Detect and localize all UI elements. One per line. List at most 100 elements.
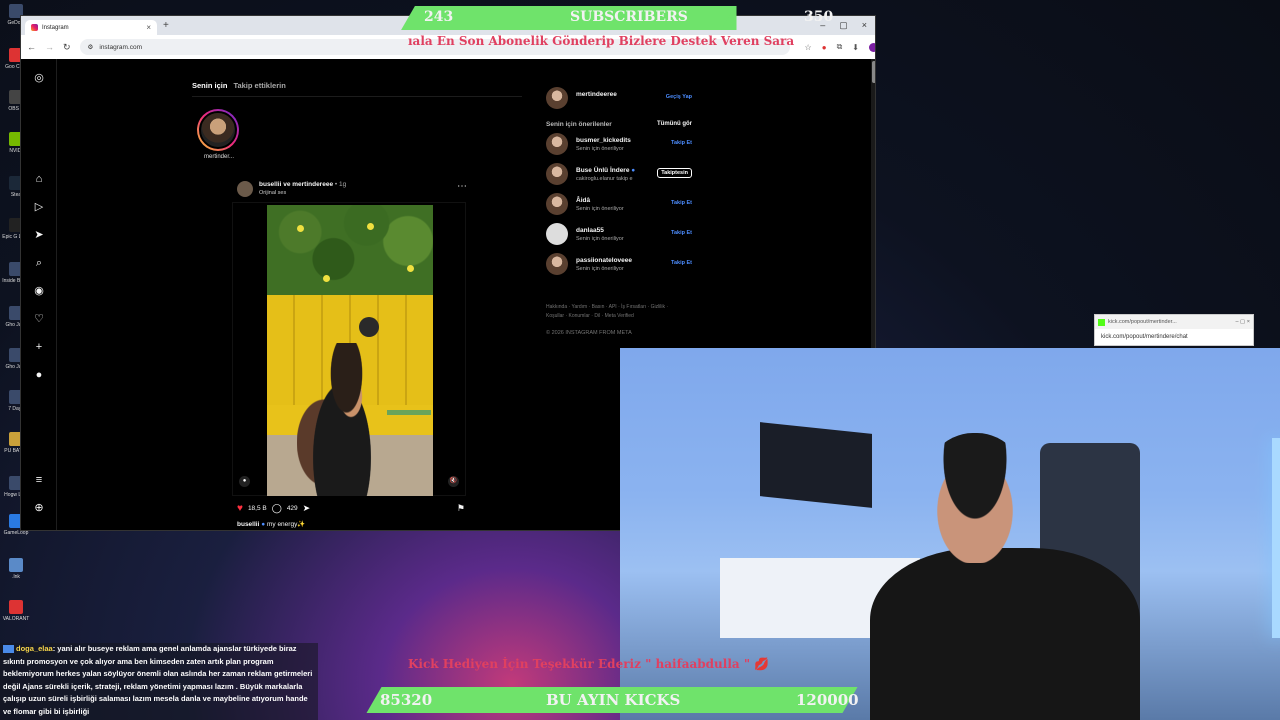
- comment-icon[interactable]: ◯: [272, 503, 282, 514]
- bottom-ticker: Kick Hediyen İçin Teşekkür Ederiz " haif…: [408, 657, 770, 671]
- caption-username[interactable]: busellii: [237, 521, 259, 528]
- notifications-heart-icon[interactable]: ♡: [32, 312, 46, 326]
- kicks-label: BU AYIN KICKS: [546, 691, 681, 709]
- post-audio[interactable]: Orijinal ses: [259, 190, 286, 196]
- search-icon[interactable]: ⌕: [32, 256, 46, 270]
- subs-goal: 350: [804, 9, 834, 25]
- like-heart-icon[interactable]: ♥: [237, 503, 243, 514]
- profile-avatar-icon[interactable]: [868, 42, 875, 52]
- cam-tv: [760, 422, 872, 508]
- green-bench: [387, 410, 431, 415]
- post-header: busellii ve mertindereee • 1g Orijinal s…: [237, 179, 467, 199]
- reload-icon[interactable]: ↻: [63, 42, 71, 53]
- profile-icon[interactable]: ●: [32, 368, 46, 382]
- avatar[interactable]: [546, 133, 568, 155]
- video-leaves: [267, 205, 433, 295]
- desktop-icon-lnk[interactable]: .lnk: [2, 558, 30, 580]
- shortcut-icon: [9, 558, 23, 572]
- avatar[interactable]: [546, 163, 568, 185]
- post-media-frame[interactable]: ● 🔇: [232, 202, 466, 496]
- following-button[interactable]: Takiptesin: [657, 168, 692, 178]
- new-tab-icon[interactable]: +: [163, 20, 169, 31]
- cam-person-head: [920, 433, 1030, 563]
- tab-for-you[interactable]: Senin için: [192, 81, 227, 90]
- story-avatar: [199, 111, 237, 149]
- follow-button[interactable]: Takip Et: [671, 200, 692, 206]
- copyright: © 2026 INSTAGRAM FROM META: [546, 330, 632, 336]
- avatar[interactable]: [546, 193, 568, 215]
- suggestions-panel: mertindeeree Geçiş Yap Senin için öneril…: [546, 87, 692, 283]
- current-username[interactable]: mertindeeree: [576, 91, 617, 98]
- lemon: [323, 275, 330, 282]
- kick-chat-url[interactable]: kick.com/popout/mertindere/chat: [1095, 329, 1253, 345]
- site-info-icon[interactable]: ⚙: [88, 43, 94, 51]
- story-username: mertinder...: [203, 154, 234, 160]
- extension-red-icon[interactable]: ●: [822, 43, 827, 52]
- save-bookmark-icon[interactable]: ⚑: [457, 503, 465, 514]
- follow-button[interactable]: Takip Et: [671, 230, 692, 236]
- story-ring: [197, 109, 239, 151]
- switch-account-link[interactable]: Geçiş Yap: [666, 94, 692, 100]
- share-icon[interactable]: ➤: [303, 503, 311, 514]
- scrollbar-thumb[interactable]: [872, 61, 875, 83]
- story-item[interactable]: mertinder...: [197, 109, 241, 160]
- post-caption: busellii ● my energy✨: [237, 520, 305, 528]
- close-icon[interactable]: ×: [146, 23, 151, 32]
- avatar[interactable]: [546, 223, 568, 245]
- back-icon[interactable]: ←: [27, 42, 36, 52]
- suggestion-row: Âidâ Senin için öneriliyor Takip Et: [546, 193, 692, 223]
- forward-icon[interactable]: →: [45, 42, 54, 52]
- tab-following[interactable]: Takip ettiklerin: [233, 81, 285, 90]
- kicks-current: 85320: [380, 691, 433, 709]
- follow-button[interactable]: Takip Et: [671, 140, 692, 146]
- lemon: [297, 225, 304, 232]
- verified-icon: ●: [261, 521, 266, 528]
- more-menu-icon[interactable]: ≡: [32, 473, 46, 487]
- footer-links: Hakkında · Yardım · Basın · API · İş Fır…: [546, 304, 669, 319]
- follow-button[interactable]: Takip Et: [671, 260, 692, 266]
- tagged-user-icon[interactable]: ●: [239, 476, 250, 487]
- reels-icon[interactable]: ▷: [32, 200, 46, 214]
- more-options-icon[interactable]: ⋯: [457, 181, 467, 192]
- cam-person-body: [870, 548, 1140, 720]
- explore-icon[interactable]: ◉: [32, 284, 46, 298]
- post-usernames[interactable]: busellii ve mertindereee • 1g: [259, 181, 346, 188]
- kicks-goal: 120000: [796, 691, 859, 709]
- kick-icon: [1098, 318, 1105, 326]
- suggestions-title: Senin için önerilenler: [546, 121, 612, 128]
- wall-disk: [359, 317, 379, 337]
- kick-chat-titlebar: kick.com/popout/mertinder... – ▢ ×: [1095, 315, 1253, 329]
- desktop-icon-valorant[interactable]: VALORANT: [2, 600, 30, 622]
- lemon: [407, 265, 414, 272]
- lemon: [367, 223, 374, 230]
- suggestion-row: danlaa55 Senin için öneriliyor Takip Et: [546, 223, 692, 253]
- feed-tabs: Senin için Takip ettiklerin: [192, 81, 286, 90]
- subs-current: 243: [424, 9, 454, 25]
- instagram-logo-icon[interactable]: ◎: [32, 71, 46, 85]
- suggestions-header: Senin için önerilenler Tümünü gör: [546, 121, 692, 133]
- kick-chat-window[interactable]: kick.com/popout/mertinder... – ▢ × kick.…: [1094, 314, 1254, 346]
- downloads-icon[interactable]: ⬇: [852, 43, 859, 52]
- threads-icon[interactable]: ⊕: [32, 501, 46, 515]
- avatar[interactable]: [546, 253, 568, 275]
- like-count: 18,5 B: [247, 504, 267, 512]
- comment-count: 429: [286, 504, 298, 512]
- post-avatar[interactable]: [237, 181, 253, 197]
- subs-label: SUBSCRIBERS: [570, 9, 688, 25]
- extensions-puzzle-icon[interactable]: ⧉: [837, 42, 843, 52]
- tab-instagram[interactable]: Instagram ×: [25, 20, 157, 35]
- kicks-goal-banner: 85320 BU AYIN KICKS 120000: [352, 687, 890, 713]
- create-icon[interactable]: +: [32, 340, 46, 354]
- avatar[interactable]: [546, 87, 568, 109]
- post-actions: ♥ 18,5 B ◯ 429 ➤ ⚑: [237, 501, 465, 515]
- chat-username: doga_elaa: [16, 644, 53, 653]
- instagram-sidebar: ◎ ⌂ ▷ ➤ ⌕ ◉ ♡ + ● ≡ ⊕: [21, 59, 57, 530]
- window-controls-icon[interactable]: – ▢ ×: [1235, 319, 1250, 325]
- mute-icon[interactable]: 🔇: [448, 476, 459, 487]
- home-icon[interactable]: ⌂: [32, 172, 46, 186]
- suggestion-row: busmer_kickedits Senin için öneriliyor T…: [546, 133, 692, 163]
- suggestion-row: passiionateloveee Senin için öneriliyor …: [546, 253, 692, 283]
- messages-icon[interactable]: ➤: [32, 228, 46, 242]
- see-all-link[interactable]: Tümünü gör: [657, 121, 692, 133]
- post-video[interactable]: [267, 205, 433, 496]
